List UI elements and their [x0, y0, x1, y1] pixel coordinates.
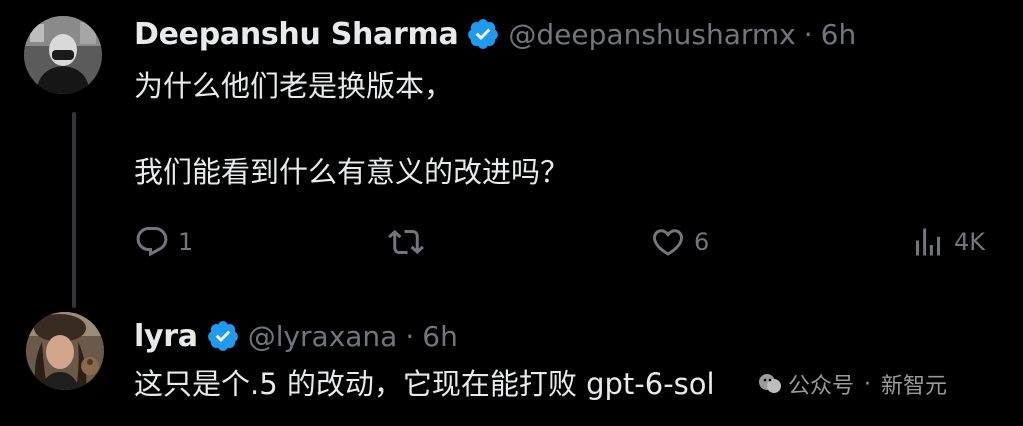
avatar[interactable] [24, 16, 102, 94]
verified-badge-icon [206, 319, 240, 353]
views-icon [916, 228, 940, 256]
avatar-photo [24, 16, 102, 94]
reply-button[interactable]: 1 [134, 220, 193, 264]
timestamp[interactable]: 6h [422, 320, 458, 353]
thread-connector-line [72, 112, 76, 308]
tweet-actions: 1 6 4K [134, 220, 1014, 264]
reply-count: 1 [178, 228, 194, 256]
timestamp[interactable]: 6h [821, 18, 857, 51]
display-name[interactable]: lyra [134, 319, 198, 354]
tweet-text-line: 我们能看到什么有意义的改进吗？ [134, 155, 570, 189]
avatar-photo [26, 312, 104, 390]
watermark-right: 新智元 [881, 374, 948, 399]
tweet-header: lyra @lyraxana · 6h [134, 314, 458, 358]
user-handle[interactable]: @lyraxana [248, 320, 398, 353]
views-button[interactable]: 4K [910, 220, 985, 264]
display-name[interactable]: Deepanshu Sharma [134, 17, 459, 52]
reply-icon [136, 227, 168, 257]
watermark-separator: · [864, 371, 872, 397]
watermark: 公众号 · 新智元 [756, 364, 947, 404]
retweet-button[interactable] [388, 220, 432, 264]
tweet-header: Deepanshu Sharma @deepanshusharmx · 6h [134, 12, 856, 56]
verified-badge-icon [466, 17, 500, 51]
wechat-icon [759, 374, 781, 393]
separator-dot: · [803, 17, 813, 51]
tweet-text-line: 这只是个.5 的改动，它现在能打败 gpt-6-sol [134, 367, 715, 401]
like-icon [652, 229, 684, 256]
like-count: 6 [694, 228, 710, 256]
separator-dot: · [405, 319, 415, 353]
retweet-icon [388, 229, 424, 255]
avatar[interactable] [26, 312, 104, 390]
user-handle[interactable]: @deepanshusharmx [508, 18, 795, 51]
like-button[interactable]: 6 [650, 220, 709, 264]
tweet-text-line: 为什么他们老是换版本， [134, 69, 454, 103]
view-count: 4K [954, 228, 986, 256]
watermark-left: 公众号 [788, 374, 855, 399]
